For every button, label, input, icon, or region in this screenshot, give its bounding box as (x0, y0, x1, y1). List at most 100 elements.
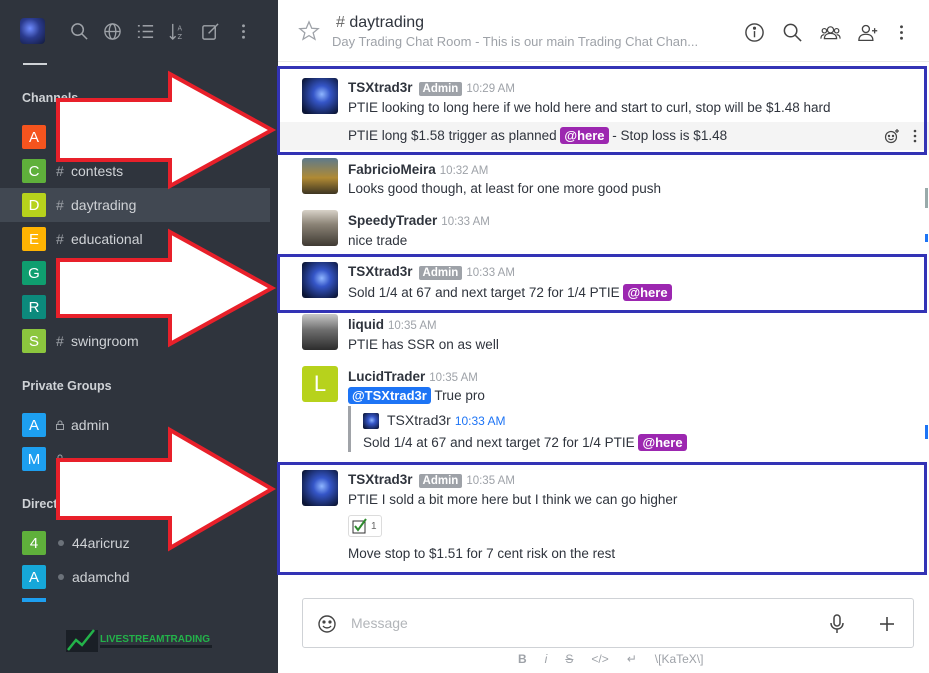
sidebar-item-adamchd[interactable]: A adamchd (0, 560, 270, 594)
room-name: daytrading (349, 14, 425, 31)
hash-icon: # (56, 129, 64, 145)
message-username[interactable]: TSXtrad3r (348, 264, 413, 279)
more-menu-icon[interactable] (887, 20, 915, 44)
svg-text:Z: Z (178, 33, 183, 41)
message-username[interactable]: LucidTrader (348, 369, 425, 384)
compose-icon[interactable] (194, 16, 227, 46)
mention-here[interactable]: @here (623, 284, 672, 301)
sidebar-item-channel[interactable]: A # (0, 120, 270, 154)
checkmark-emoji-icon (352, 518, 367, 534)
status-dot (58, 574, 64, 580)
hash-icon: # (56, 231, 64, 247)
message-time: 10:32 AM (439, 165, 489, 177)
message-menu-icon[interactable] (910, 128, 920, 144)
quoted-message[interactable]: TSXtrad3r 10:33 AM Sold 1/4 at 67 and nex… (348, 406, 708, 452)
message-time: 10:35 AM (429, 372, 478, 384)
role-badge: Admin (418, 474, 463, 488)
search-icon[interactable] (63, 16, 96, 46)
mention-here[interactable]: @here (560, 127, 609, 144)
role-badge: Admin (418, 266, 463, 280)
user-avatar[interactable] (20, 18, 46, 44)
message-username[interactable]: TSXtrad3r (348, 80, 413, 95)
user-avatar: 4 (22, 531, 46, 555)
emoji-icon[interactable] (315, 612, 339, 636)
add-reaction-icon[interactable] (884, 128, 900, 144)
user-avatar[interactable] (302, 158, 338, 194)
more-menu-icon[interactable] (227, 16, 260, 46)
sort-icon[interactable]: AZ (162, 16, 195, 46)
direct-messages-heading: Direct (22, 497, 58, 511)
status-dot (58, 540, 64, 546)
message-text: True pro (430, 388, 485, 403)
message-input[interactable] (351, 611, 811, 635)
message-header: TSXtrad3r Admin 10:29 AM (348, 80, 515, 96)
channel-avatar: R (22, 295, 46, 319)
code-button[interactable]: </> (591, 652, 608, 666)
plus-icon[interactable] (875, 612, 899, 636)
message-time: 10:33 AM (466, 267, 515, 279)
info-icon[interactable] (735, 20, 773, 44)
hash-icon: # (56, 163, 64, 179)
hash-icon: # (56, 299, 64, 315)
user-avatar[interactable] (302, 314, 338, 350)
message-text: PTIE has SSR on as well (348, 337, 499, 352)
message-username[interactable]: TSXtrad3r (348, 472, 413, 487)
sidebar-item-channel[interactable]: R # (0, 290, 270, 324)
add-user-icon[interactable] (849, 20, 887, 44)
room-header: # daytrading Day Trading Chat Room - Thi… (278, 0, 929, 62)
sidebar-item-44aricruz[interactable]: 4 44aricruz (0, 526, 270, 560)
hash-icon: # (56, 333, 64, 349)
quote-text-line: Sold 1/4 at 67 and next target 72 for 1/… (363, 434, 687, 451)
multiline-button[interactable]: ↵ (627, 652, 637, 666)
sidebar-divider (23, 63, 47, 65)
sidebar-item-group[interactable]: M (0, 442, 270, 476)
channel-name: swingroom (71, 333, 139, 349)
sidebar-item-daytrading[interactable]: D # daytrading (0, 188, 270, 222)
message-composer (302, 598, 914, 648)
scroll-indicator (925, 425, 928, 439)
user-avatar[interactable]: L (302, 366, 338, 402)
message-followup: PTIE long $1.58 trigger as planned @here… (348, 127, 727, 144)
message-header: FabricioMeira 10:32 AM (348, 162, 488, 177)
message-header: LucidTrader 10:35 AM (348, 369, 478, 384)
brand-logo: LIVESTREAMTRADING (66, 629, 212, 652)
mention-user[interactable]: @TSXtrad3r (348, 387, 431, 404)
message-text: PTIE long $1.58 trigger as planned (348, 128, 561, 143)
microphone-icon[interactable] (825, 612, 849, 636)
reaction-chip[interactable]: 1 (348, 515, 382, 537)
bold-button[interactable]: B (518, 652, 527, 666)
italic-button[interactable]: i (545, 652, 548, 666)
search-icon[interactable] (773, 20, 811, 44)
user-avatar: A (22, 565, 46, 589)
user-avatar[interactable] (302, 470, 338, 506)
sidebar-item-contests[interactable]: C # contests (0, 154, 270, 188)
message-username[interactable]: liquid (348, 317, 384, 332)
channel-avatar: D (22, 193, 46, 217)
message-time: 10:35 AM (388, 320, 437, 332)
quote-avatar (363, 413, 379, 429)
message-username[interactable]: SpeedyTrader (348, 213, 437, 228)
user-name: 44aricruz (72, 535, 130, 551)
message-username[interactable]: FabricioMeira (348, 162, 436, 177)
directory-globe-icon[interactable] (96, 16, 129, 46)
user-avatar[interactable] (302, 78, 338, 114)
favorite-star-icon[interactable] (298, 20, 320, 42)
sidebar-item-swingroom[interactable]: S # swingroom (0, 324, 270, 358)
sidebar-item-educational[interactable]: E # educational (0, 222, 270, 256)
sidebar-item-channel[interactable]: G # (0, 256, 270, 290)
quote-time[interactable]: 10:33 AM (455, 414, 506, 428)
strike-button[interactable]: S (565, 652, 573, 666)
group-avatar: M (22, 447, 46, 471)
channel-avatar: G (22, 261, 46, 285)
room-topic: Day Trading Chat Room - This is our main… (332, 34, 699, 49)
user-avatar[interactable] (302, 262, 338, 298)
members-icon[interactable] (811, 20, 849, 44)
sidebar-item-admin[interactable]: A admin (0, 408, 270, 442)
katex-button[interactable]: \[KaTeX\] (655, 652, 704, 666)
header-actions (735, 20, 915, 44)
list-view-icon[interactable] (129, 16, 162, 46)
message-header: SpeedyTrader 10:33 AM (348, 213, 490, 228)
user-avatar[interactable] (302, 210, 338, 246)
scroll-indicator (925, 234, 928, 242)
mention-here[interactable]: @here (638, 434, 687, 451)
